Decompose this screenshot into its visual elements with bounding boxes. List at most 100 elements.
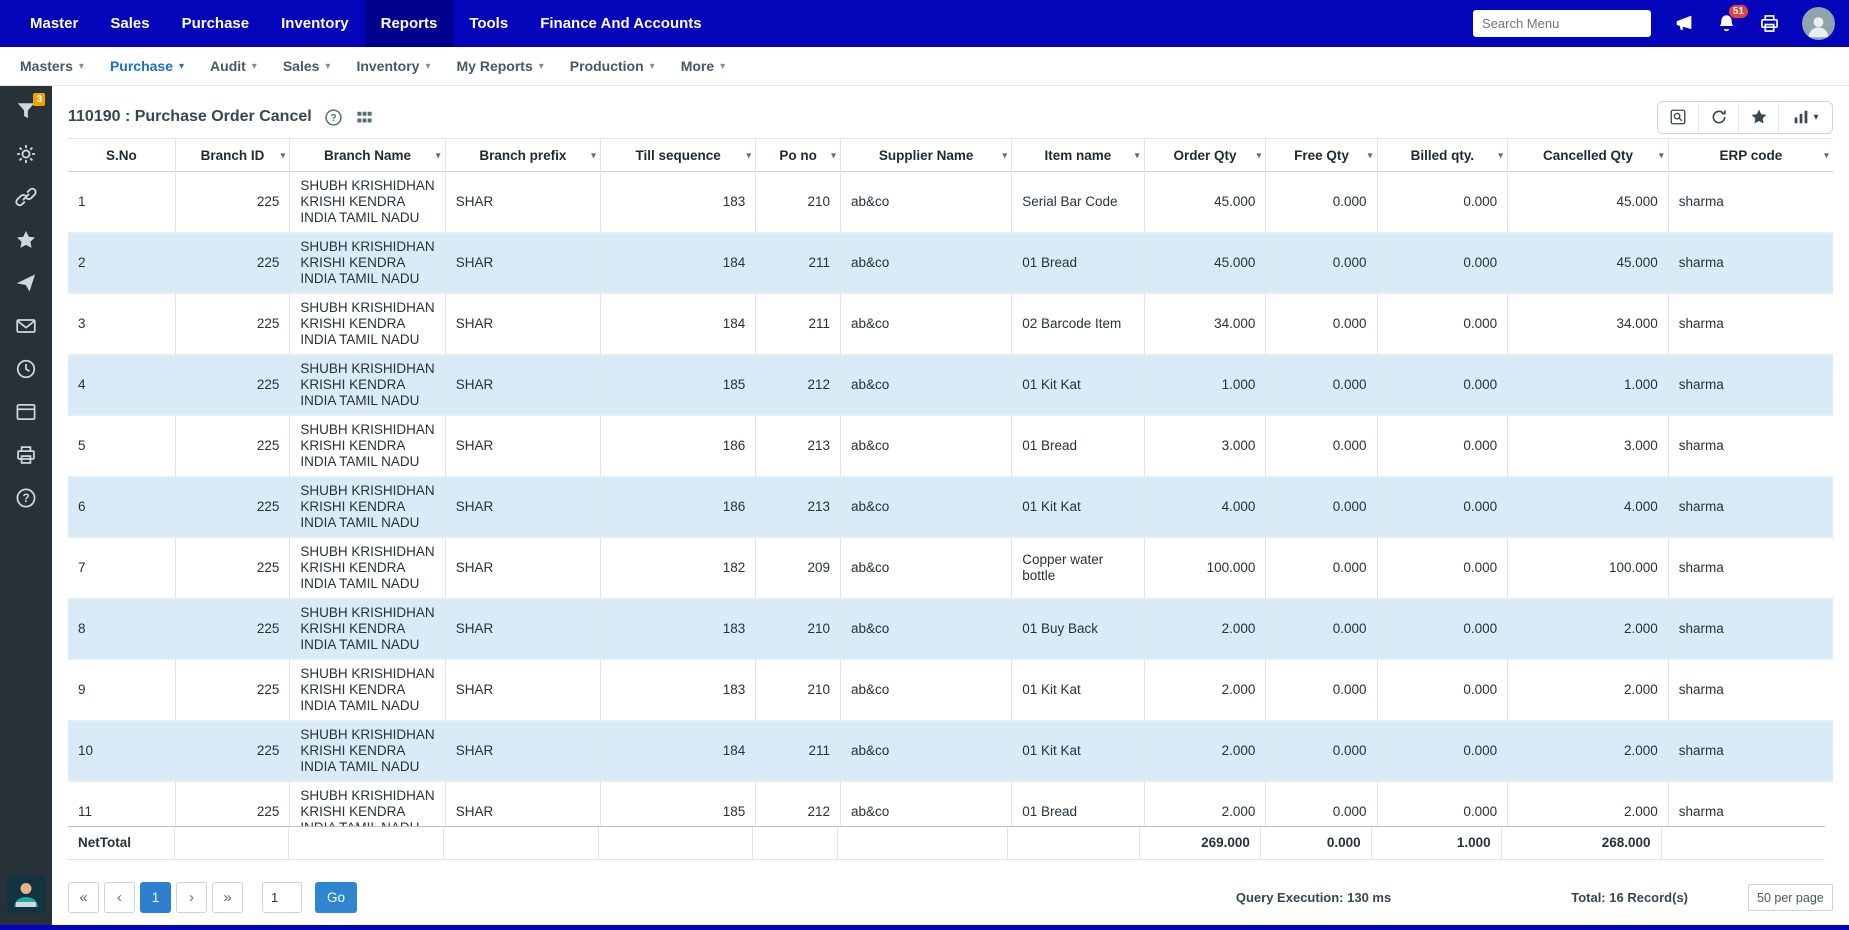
cell-cancelled_qty: 45.000 — [1508, 172, 1669, 233]
column-filter-icon[interactable]: ▾ — [1498, 150, 1503, 161]
cell-erp_code: sharma — [1669, 172, 1833, 233]
subnav-item-audit[interactable]: Audit▾ — [210, 58, 257, 74]
table-row[interactable]: 5225SHUBH KRISHIDHAN KRISHI KENDRA INDIA… — [68, 416, 1833, 477]
table-row[interactable]: 3225SHUBH KRISHIDHAN KRISHI KENDRA INDIA… — [68, 294, 1833, 355]
column-label: Branch prefix — [479, 148, 566, 163]
cell-item_name: 01 Bread — [1012, 782, 1144, 826]
cell-supplier_name: ab&co — [841, 355, 1012, 416]
table-row[interactable]: 6225SHUBH KRISHIDHAN KRISHI KENDRA INDIA… — [68, 477, 1833, 538]
cell-billed_qty: 0.000 — [1378, 416, 1509, 477]
column-header-inner: ERP code▾ — [1675, 148, 1827, 163]
settings-icon[interactable] — [15, 143, 37, 165]
column-filter-icon[interactable]: ▾ — [436, 150, 441, 161]
cell-item_name: Copper water bottle — [1012, 538, 1144, 599]
last-page-button[interactable]: » — [212, 882, 243, 913]
page-button-current[interactable]: 1 — [140, 882, 171, 913]
table-row[interactable]: 4225SHUBH KRISHIDHAN KRISHI KENDRA INDIA… — [68, 355, 1833, 416]
cell-supplier_name: ab&co — [841, 721, 1012, 782]
column-filter-icon[interactable]: ▾ — [831, 150, 836, 161]
per-page-select[interactable]: 50 per page — [1748, 884, 1833, 911]
column-label: Cancelled Qty — [1543, 148, 1633, 163]
cell-branch_id: 225 — [176, 721, 291, 782]
zoom-button[interactable] — [1658, 102, 1698, 133]
print-icon[interactable] — [15, 444, 37, 466]
report-table-container[interactable]: S.NoBranch ID▾Branch Name▾Branch prefix▾… — [68, 138, 1833, 826]
cell-supplier_name: ab&co — [841, 172, 1012, 233]
star-icon[interactable] — [15, 229, 37, 251]
sidebar-avatar[interactable] — [7, 875, 45, 913]
column-filter-icon[interactable]: ▾ — [1135, 150, 1140, 161]
table-row[interactable]: 2225SHUBH KRISHIDHAN KRISHI KENDRA INDIA… — [68, 233, 1833, 294]
filter-icon[interactable]: 3 — [15, 100, 37, 122]
nettotal-sno: NetTotal — [68, 827, 175, 859]
goto-page-input[interactable] — [262, 882, 302, 913]
filter-badge: 3 — [33, 93, 45, 106]
topnav-menu: MasterSalesPurchaseInventoryReportsTools… — [14, 0, 718, 47]
column-filter-icon[interactable]: ▾ — [1659, 150, 1664, 161]
link-icon[interactable] — [15, 186, 37, 208]
subnav-item-label: More — [681, 58, 714, 74]
send-icon[interactable] — [15, 272, 37, 294]
refresh-button[interactable] — [1698, 102, 1738, 133]
column-filter-icon[interactable]: ▾ — [280, 150, 285, 161]
subnav-item-purchase[interactable]: Purchase▾ — [110, 58, 184, 74]
column-filter-icon[interactable]: ▾ — [591, 150, 596, 161]
table-row[interactable]: 9225SHUBH KRISHIDHAN KRISHI KENDRA INDIA… — [68, 660, 1833, 721]
topnav-item-reports[interactable]: Reports — [365, 0, 454, 47]
topnav-item-tools[interactable]: Tools — [453, 0, 524, 47]
subnav-item-masters[interactable]: Masters▾ — [20, 58, 84, 74]
help-icon[interactable]: ? — [15, 487, 37, 509]
cell-branch_prefix: SHAR — [446, 782, 601, 826]
cell-branch_prefix: SHAR — [446, 233, 601, 294]
column-filter-icon[interactable]: ▾ — [1824, 150, 1829, 161]
grid-icon[interactable] — [355, 108, 374, 127]
table-row[interactable]: 8225SHUBH KRISHIDHAN KRISHI KENDRA INDIA… — [68, 599, 1833, 660]
topnav-item-inventory[interactable]: Inventory — [265, 0, 365, 47]
column-header-inner: Cancelled Qty ▾ — [1514, 148, 1662, 163]
printer-icon[interactable] — [1759, 13, 1780, 34]
cell-order_qty: 100.000 — [1145, 538, 1267, 599]
subnav-item-my-reports[interactable]: My Reports▾ — [457, 58, 544, 74]
first-page-button[interactable]: « — [68, 882, 99, 913]
cell-free_qty: 0.000 — [1266, 477, 1377, 538]
column-filter-icon[interactable]: ▾ — [1256, 150, 1261, 161]
subnav-item-sales[interactable]: Sales▾ — [283, 58, 331, 74]
chart-button[interactable]: ▾ — [1778, 102, 1832, 133]
topnav-item-sales[interactable]: Sales — [94, 0, 165, 47]
column-label: S.No — [106, 148, 137, 163]
subnav-item-inventory[interactable]: Inventory▾ — [356, 58, 430, 74]
bell-icon[interactable]: 51 — [1716, 13, 1737, 34]
cell-cancelled_qty: 1.000 — [1508, 355, 1669, 416]
topnav-item-master[interactable]: Master — [14, 0, 94, 47]
column-label: Branch ID — [201, 148, 265, 163]
pagination: « ‹ 1 › » Go — [68, 882, 357, 913]
cell-till_sequence: 183 — [601, 660, 756, 721]
next-page-button[interactable]: › — [176, 882, 207, 913]
column-filter-icon[interactable]: ▾ — [1002, 150, 1007, 161]
table-row[interactable]: 1225SHUBH KRISHIDHAN KRISHI KENDRA INDIA… — [68, 172, 1833, 233]
help-icon[interactable]: ? — [324, 108, 343, 127]
topnav-item-purchase[interactable]: Purchase — [166, 0, 266, 47]
table-row[interactable]: 10225SHUBH KRISHIDHAN KRISHI KENDRA INDI… — [68, 721, 1833, 782]
column-filter-icon[interactable]: ▾ — [746, 150, 751, 161]
nettotal-supplier_name — [838, 827, 1008, 859]
user-avatar[interactable] — [1802, 7, 1835, 40]
mail-icon[interactable] — [15, 315, 37, 337]
secondary-navigation: Masters▾ Purchase▾ Audit▾ Sales▾ Inventory▾ M… — [0, 47, 1849, 86]
announcement-icon[interactable] — [1673, 13, 1694, 34]
topnav-item-finance-and-accounts[interactable]: Finance And Accounts — [524, 0, 717, 47]
clock-icon[interactable] — [15, 358, 37, 380]
subnav-item-production[interactable]: Production▾ — [570, 58, 655, 74]
table-row[interactable]: 11225SHUBH KRISHIDHAN KRISHI KENDRA INDI… — [68, 782, 1833, 826]
subnav-item-more[interactable]: More▾ — [681, 58, 725, 74]
table-row[interactable]: 7225SHUBH KRISHIDHAN KRISHI KENDRA INDIA… — [68, 538, 1833, 599]
cell-till_sequence: 184 — [601, 294, 756, 355]
subnav-item-label: Production — [570, 58, 644, 74]
favorite-button[interactable] — [1738, 102, 1778, 133]
subnav-item-label: Inventory — [356, 58, 419, 74]
prev-page-button[interactable]: ‹ — [104, 882, 135, 913]
column-filter-icon[interactable]: ▾ — [1368, 150, 1373, 161]
window-icon[interactable] — [15, 401, 37, 423]
menu-search-input[interactable] — [1473, 10, 1651, 37]
go-button[interactable]: Go — [315, 882, 357, 913]
